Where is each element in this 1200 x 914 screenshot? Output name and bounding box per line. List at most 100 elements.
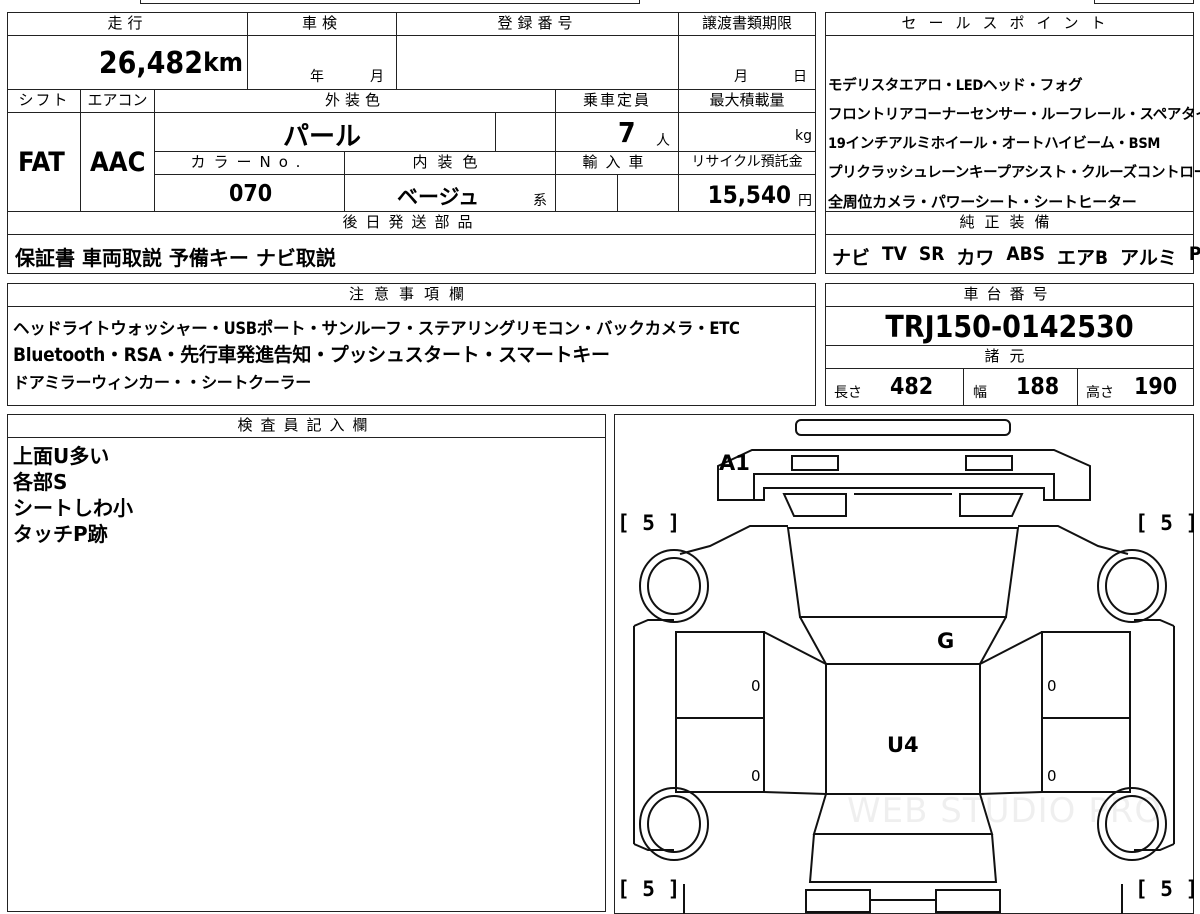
exterior-extra-cell bbox=[495, 112, 556, 152]
spec-height-cell: 高さ 190 bbox=[1077, 368, 1194, 406]
tire-tread-fr: [ 5 ] bbox=[1135, 511, 1199, 535]
tire-tread-rl: [ 5 ] bbox=[617, 877, 681, 901]
exterior-value: パール bbox=[283, 122, 362, 152]
inspection-cell: 年 月 bbox=[247, 35, 397, 90]
later-parts-label: 後日発送部品 bbox=[7, 211, 816, 235]
import-label: 輸入車 bbox=[555, 151, 679, 175]
note-line: ドアミラーウィンカー・・シートクーラー bbox=[13, 373, 311, 392]
later-parts-value: 保証書 車両取説 予備キー ナビ取説 bbox=[15, 246, 336, 270]
color-no-label: カラーNo. bbox=[154, 151, 345, 175]
sales-line: プリクラッシュレーンキープアシスト・クルーズコントロール bbox=[828, 165, 1200, 181]
specs-label: 諸元 bbox=[825, 345, 1194, 369]
interior-cell: ベージュ 系 bbox=[344, 174, 556, 212]
notes-label: 注意事項欄 bbox=[7, 283, 816, 307]
mileage-cell: 26,482 km bbox=[7, 35, 248, 90]
spec-length-label: 長さ bbox=[834, 385, 862, 401]
spec-length-cell: 長さ 482 bbox=[825, 368, 964, 406]
inspector-body: 上面U多い 各部S シートしわ小 タッチP跡 bbox=[7, 437, 606, 912]
mileage-unit: km bbox=[203, 48, 243, 78]
exterior-label: 外装色 bbox=[154, 89, 556, 113]
capacity-value: 7 bbox=[618, 116, 636, 149]
notes-body: ヘッドライトウォッシャー・USBポート・サンルーフ・ステアリングリモコン・バック… bbox=[7, 306, 816, 406]
damage-mark-windshield: G bbox=[937, 629, 955, 653]
car-diagram-panel: A1 G U4 0 0 0 0 [ 5 ] [ 5 ] [ 5 ] [ 5 ] … bbox=[614, 414, 1198, 914]
later-parts-cell: 保証書 車両取説 予備キー ナビ取説 bbox=[7, 234, 816, 274]
inspection-year-unit: 年 bbox=[310, 69, 324, 85]
tire-tread-fl: [ 5 ] bbox=[617, 511, 681, 535]
damage-mark-front-right-door: 0 bbox=[1047, 677, 1057, 695]
sales-line: フロントリアコーナーセンサー・ルーフレール・スペアタイヤ bbox=[828, 107, 1200, 123]
maxload-unit: kg bbox=[795, 128, 812, 144]
interior-label: 内装色 bbox=[344, 151, 556, 175]
shift-value: FAT bbox=[18, 147, 65, 178]
chassis-number: TRJ150-0142530 bbox=[885, 310, 1134, 345]
transfer-label: 譲渡書類期限 bbox=[678, 12, 816, 36]
equip-item: アルミ bbox=[1120, 247, 1177, 269]
ac-value: AAC bbox=[90, 147, 146, 178]
interior-value: ベージュ bbox=[397, 185, 480, 209]
maxload-cell: kg bbox=[678, 112, 816, 152]
spec-width-cell: 幅 188 bbox=[963, 368, 1078, 406]
mileage-label: 走行 bbox=[7, 12, 248, 36]
sales-points-body: モデリスタエアロ・LEDヘッド・フォグ フロントリアコーナーセンサー・ルーフレー… bbox=[825, 35, 1200, 212]
inspector-line: 上面U多い bbox=[13, 444, 110, 468]
recycle-value: 15,540 bbox=[707, 181, 791, 209]
registration-label: 登録番号 bbox=[396, 12, 679, 36]
sales-points-label: セールスポイント bbox=[825, 12, 1194, 36]
color-no-value: 070 bbox=[229, 181, 273, 207]
watermark: WEB STUDIO PRO bbox=[847, 791, 1163, 831]
spec-length-value: 482 bbox=[890, 374, 934, 400]
damage-mark-roof: U4 bbox=[887, 733, 919, 757]
spec-width-value: 188 bbox=[1016, 374, 1060, 400]
equipment-cell: ナビ TV SR カワ ABS エアB アルミ PS PW bbox=[825, 234, 1200, 274]
chassis-label: 車台番号 bbox=[825, 283, 1194, 307]
equip-item: カワ bbox=[956, 247, 995, 269]
inspector-label: 検査員記入欄 bbox=[7, 414, 606, 438]
recycle-cell: 15,540 円 bbox=[678, 174, 816, 212]
top-edge-strip bbox=[0, 0, 1200, 6]
equip-item: PS bbox=[1188, 243, 1200, 265]
shift-label: シフト bbox=[7, 89, 81, 113]
maxload-label: 最大積載量 bbox=[678, 89, 816, 113]
damage-mark-front-left-door: 0 bbox=[751, 677, 761, 695]
transfer-day-unit: 日 bbox=[793, 69, 807, 85]
mileage-value: 26,482 bbox=[98, 46, 203, 81]
damage-mark-rear-left-door: 0 bbox=[751, 767, 761, 785]
sales-line: 19インチアルミホイール・オートハイビーム・BSM bbox=[828, 136, 1161, 152]
sales-line: モデリスタエアロ・LEDヘッド・フォグ bbox=[828, 78, 1083, 94]
capacity-unit: 人 bbox=[656, 133, 670, 149]
damage-mark-front-panel: A1 bbox=[719, 451, 750, 475]
damage-mark-rear-right-door: 0 bbox=[1047, 767, 1057, 785]
inspector-line: タッチP跡 bbox=[13, 522, 108, 546]
equip-item: ナビ bbox=[832, 247, 871, 269]
registration-cell bbox=[396, 35, 679, 90]
note-line: ヘッドライトウォッシャー・USBポート・サンルーフ・ステアリングリモコン・バック… bbox=[13, 319, 740, 338]
interior-suffix: 系 bbox=[533, 193, 547, 209]
equip-item: ABS bbox=[1006, 243, 1045, 265]
chassis-cell: TRJ150-0142530 bbox=[825, 306, 1194, 346]
ac-label: エアコン bbox=[80, 89, 155, 113]
equipment-label: 純正装備 bbox=[825, 211, 1194, 235]
import-cell-b bbox=[617, 174, 679, 212]
ac-cell: AAC bbox=[80, 112, 155, 212]
car-outline bbox=[633, 419, 1175, 914]
tire-tread-rr: [ 5 ] bbox=[1135, 877, 1199, 901]
recycle-unit: 円 bbox=[798, 193, 812, 209]
equip-item: エアB bbox=[1057, 247, 1109, 269]
import-cell-a bbox=[555, 174, 618, 212]
spec-width-label: 幅 bbox=[973, 385, 987, 401]
equip-item: TV bbox=[882, 243, 907, 265]
spec-height-label: 高さ bbox=[1086, 385, 1114, 401]
shift-cell: FAT bbox=[7, 112, 81, 212]
inspection-label: 車検 bbox=[247, 12, 397, 36]
transfer-month-unit: 月 bbox=[734, 69, 748, 85]
spec-height-value: 190 bbox=[1134, 374, 1178, 400]
exterior-value-cell: パール bbox=[154, 112, 496, 152]
recycle-label: リサイクル預託金 bbox=[678, 151, 816, 175]
equip-item: SR bbox=[918, 243, 945, 265]
inspector-line: シートしわ小 bbox=[13, 496, 133, 520]
transfer-cell: 月 日 bbox=[678, 35, 816, 90]
color-no-cell: 070 bbox=[154, 174, 345, 212]
inspector-line: 各部S bbox=[13, 470, 68, 494]
capacity-cell: 7 人 bbox=[555, 112, 679, 152]
